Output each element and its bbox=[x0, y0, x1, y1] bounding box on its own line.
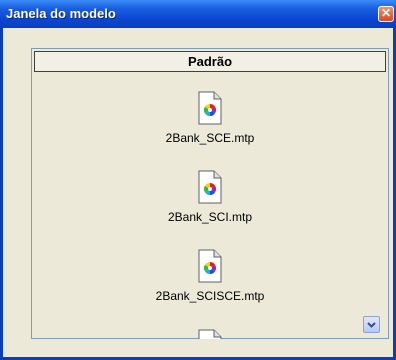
file-name: 2Bank_SCI.mtp bbox=[167, 210, 253, 224]
color-wheel-document-icon bbox=[198, 249, 222, 283]
scroll-down-button[interactable] bbox=[363, 316, 380, 333]
file-item[interactable]: 2Bank_SCE.mtp bbox=[32, 91, 388, 145]
file-name: 2Bank_SCE.mtp bbox=[165, 131, 255, 145]
color-wheel-document-icon bbox=[198, 170, 222, 204]
close-button[interactable]: ✕ bbox=[378, 6, 394, 22]
window-title: Janela do modelo bbox=[6, 6, 116, 21]
file-item-partial[interactable] bbox=[32, 329, 388, 339]
document-icon bbox=[198, 329, 222, 339]
title-bar[interactable]: Janela do modelo ✕ bbox=[0, 0, 396, 28]
template-panel: Padrão 2Bank_SCE.mtp 2Bank_SCI.mtp 2Bank… bbox=[31, 48, 389, 339]
file-item[interactable]: 2Bank_SCISCE.mtp bbox=[32, 249, 388, 303]
chevron-down-icon bbox=[367, 322, 376, 328]
file-item[interactable]: 2Bank_SCI.mtp bbox=[32, 170, 388, 224]
category-header[interactable]: Padrão bbox=[34, 51, 386, 72]
file-name: 2Bank_SCISCE.mtp bbox=[155, 289, 265, 303]
template-window: Janela do modelo ✕ Padrão 2Bank_SCE.mtp bbox=[0, 0, 396, 360]
color-wheel-document-icon bbox=[198, 91, 222, 125]
